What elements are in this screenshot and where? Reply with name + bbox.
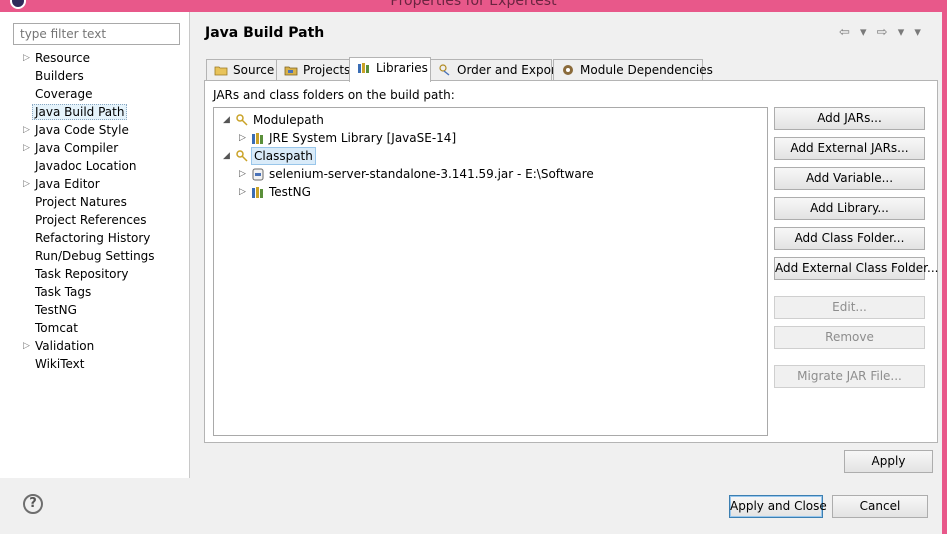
expand-arrow-icon[interactable]: ▷ (23, 175, 30, 193)
add-variable-button[interactable]: Add Variable... (774, 167, 925, 190)
sidebar-item-refactoring-history[interactable]: Refactoring History (0, 229, 190, 247)
tab-order-and-export[interactable]: Order and Export (430, 59, 561, 81)
module-dependencies-icon (563, 65, 573, 75)
window-frame-edge (942, 12, 947, 534)
sidebar-item-java-code-style[interactable]: ▷ Java Code Style (0, 121, 190, 139)
tab-module-dependencies[interactable]: Module Dependencies (553, 59, 713, 81)
edit-button[interactable]: Edit... (774, 296, 925, 319)
window-title: Properties for Expertest (390, 0, 557, 9)
library-icon (252, 133, 263, 144)
help-icon[interactable]: ? (23, 494, 43, 514)
expand-arrow-icon[interactable]: ▷ (239, 183, 246, 201)
library-icon (252, 187, 263, 198)
add-external-class-folder-button[interactable]: Add External Class Folder... (774, 257, 938, 280)
sidebar-item-tomcat[interactable]: Tomcat (0, 319, 190, 337)
expand-arrow-icon[interactable]: ▷ (23, 121, 30, 139)
property-page-tree: ▷Resource Builders Coverage Java Build P… (0, 12, 190, 478)
sidebar-item-java-compiler[interactable]: ▷ Java Compiler (0, 139, 190, 157)
sidebar-item-task-tags[interactable]: Task Tags (0, 283, 190, 301)
dialog-client-area: ▷Resource Builders Coverage Java Build P… (0, 12, 942, 534)
sidebar-item-builders[interactable]: Builders (0, 67, 190, 85)
migrate-jar-file-button[interactable]: Migrate JAR File... (774, 365, 925, 388)
collapse-arrow-icon[interactable]: ◢ (223, 111, 230, 129)
add-external-jars-button[interactable]: Add External JARs... (774, 137, 925, 160)
sidebar-item-run-debug-settings[interactable]: Run/Debug Settings (0, 247, 190, 265)
sidebar-item-project-references[interactable]: Project References (0, 211, 190, 229)
collapse-arrow-icon[interactable]: ◢ (223, 147, 230, 165)
sidebar-item-java-editor[interactable]: ▷ Java Editor (0, 175, 190, 193)
sidebar-item-resource[interactable]: ▷ Resource (0, 49, 190, 67)
property-page-list: ▷ Resource Builders Coverage Java Build P… (0, 49, 190, 373)
build-path-heading: JARs and class folders on the build path… (213, 88, 455, 102)
classpath-icon (236, 150, 248, 162)
libraries-icon (358, 63, 369, 73)
expand-arrow-icon[interactable]: ▷ (239, 129, 246, 147)
sidebar-item-validation[interactable]: ▷ Validation (0, 337, 190, 355)
sidebar-item-task-repository[interactable]: Task Repository (0, 265, 190, 283)
add-class-folder-button[interactable]: Add Class Folder... (774, 227, 925, 250)
sidebar-item-wikitext[interactable]: WikiText (0, 355, 190, 373)
cancel-button[interactable]: Cancel (832, 495, 928, 518)
filter-input[interactable] (13, 23, 180, 45)
apply-and-close-button[interactable]: Apply and Close (729, 495, 827, 518)
page-title: Java Build Path (205, 25, 325, 41)
source-folder-icon (214, 66, 228, 76)
build-path-tree[interactable]: ◢ Modulepath ▷ JRE System Library [JavaS… (213, 107, 768, 436)
add-jars-button[interactable]: Add JARs... (774, 107, 925, 130)
property-page-content: Java Build Path ⇦ ▾ ⇨ ▾ ▾ Source Project… (191, 12, 942, 478)
sidebar-item-project-natures[interactable]: Project Natures (0, 193, 190, 211)
tab-libraries[interactable]: Libraries (349, 57, 431, 82)
expand-arrow-icon[interactable]: ▷ (23, 49, 30, 67)
expand-arrow-icon[interactable]: ▷ (23, 139, 30, 157)
tab-source[interactable]: Source (206, 59, 277, 81)
add-library-button[interactable]: Add Library... (774, 197, 925, 220)
libraries-tab-panel: JARs and class folders on the build path… (204, 80, 938, 443)
remove-button[interactable]: Remove (774, 326, 925, 349)
sidebar-item-coverage[interactable]: Coverage (0, 85, 190, 103)
sidebar-item-testng[interactable]: TestNG (0, 301, 190, 319)
expand-arrow-icon[interactable]: ▷ (23, 337, 30, 355)
window-titlebar: Properties for Expertest (0, 0, 947, 12)
apply-button[interactable]: Apply (844, 450, 933, 473)
expand-arrow-icon[interactable]: ▷ (239, 165, 246, 183)
sidebar-item-javadoc-location[interactable]: Javadoc Location (0, 157, 190, 175)
modulepath-icon (236, 114, 248, 126)
sidebar-item-java-build-path[interactable]: Java Build Path (0, 103, 190, 121)
order-export-icon (439, 64, 450, 76)
history-navigation-arrows[interactable]: ⇦ ▾ ⇨ ▾ ▾ (839, 25, 924, 40)
projects-folder-icon (284, 66, 298, 76)
jar-icon (252, 168, 264, 181)
tab-projects[interactable]: Projects (276, 59, 350, 81)
